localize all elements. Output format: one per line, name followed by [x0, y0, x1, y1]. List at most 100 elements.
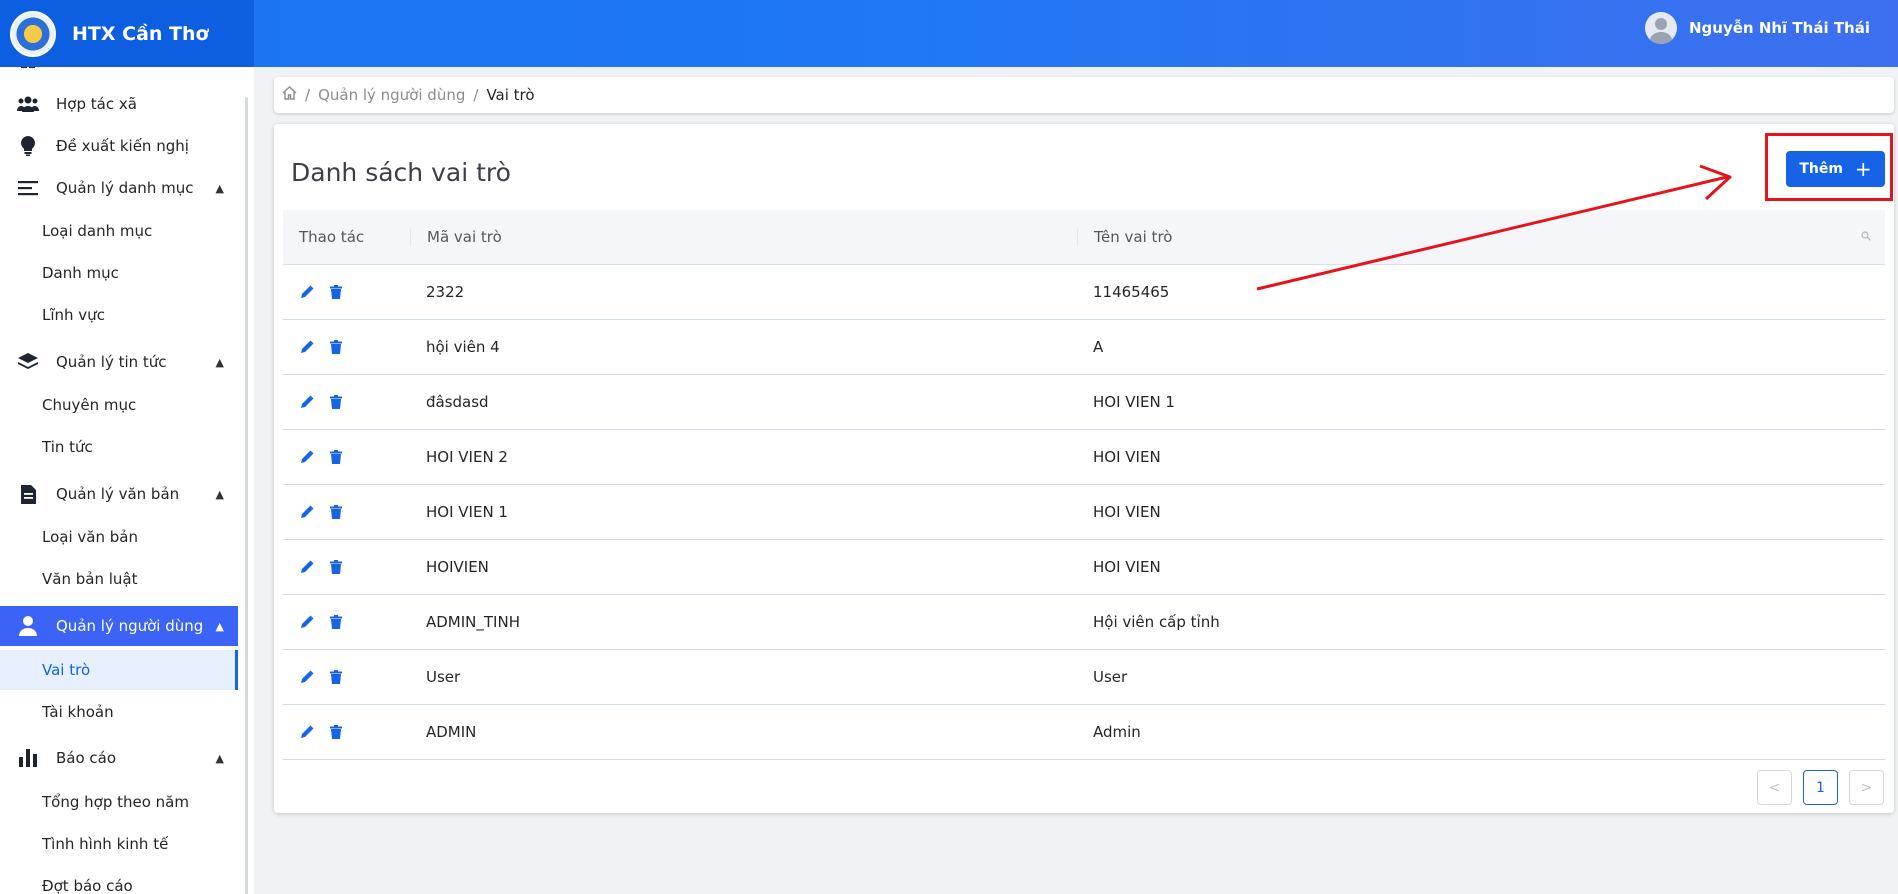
- breadcrumb-link[interactable]: Quản lý người dùng: [318, 86, 465, 104]
- roles-table: Thao tác Mã vai trò Tên vai trò 2322 1146…: [283, 210, 1885, 760]
- edit-icon[interactable]: [299, 394, 315, 410]
- users-icon: [17, 93, 39, 115]
- row-actions: [283, 394, 410, 410]
- row-actions: [283, 449, 410, 465]
- edit-icon[interactable]: [299, 669, 315, 685]
- sidebar-subitem-danh-muc[interactable]: Danh mục: [0, 253, 238, 293]
- edit-icon[interactable]: [299, 339, 315, 355]
- sidebar-subitem-loai-danh-muc[interactable]: Loại danh mục: [0, 211, 238, 251]
- role-code-cell: HOIVIEN: [426, 558, 489, 576]
- annotation-highlight-box: [1765, 133, 1893, 201]
- brand[interactable]: HTX Cần Thơ: [0, 0, 254, 67]
- logo: [10, 10, 56, 57]
- edit-icon[interactable]: [299, 559, 315, 575]
- column-header-actions: Thao tác: [299, 228, 365, 246]
- sidebar-subitem-tai-khoan[interactable]: Tài khoản: [0, 692, 238, 732]
- table-row: đâsdasd HOI VIEN 1: [283, 375, 1885, 430]
- role-name-cell: HOI VIEN: [1093, 558, 1161, 576]
- delete-icon[interactable]: [328, 669, 344, 685]
- role-name-cell: HOI VIEN: [1093, 448, 1161, 466]
- chevron-up-icon: ▲: [215, 751, 224, 765]
- top-header: HTX Cần Thơ Nguyễn Nhĩ Thái Thái: [0, 0, 1898, 67]
- table-row: User User: [283, 650, 1885, 705]
- delete-icon[interactable]: [328, 614, 344, 630]
- delete-icon[interactable]: [328, 449, 344, 465]
- sidebar-subitem-tong-hop-theo-nam[interactable]: Tổng hợp theo năm: [0, 782, 238, 822]
- sidebar-item-quan-ly-van-ban[interactable]: Quản lý văn bản ▲: [0, 474, 238, 514]
- delete-icon[interactable]: [328, 394, 344, 410]
- chevron-up-icon: ▲: [215, 181, 224, 195]
- table-row: ADMIN_TINH Hội viên cấp tỉnh: [283, 595, 1885, 650]
- sidebar-scrollbar[interactable]: [245, 97, 248, 894]
- search-icon[interactable]: [1861, 230, 1871, 244]
- role-name-cell: A: [1093, 338, 1104, 356]
- column-header-code[interactable]: Mã vai trò: [410, 228, 1077, 246]
- column-header-name[interactable]: Tên vai trò: [1077, 228, 1885, 246]
- edit-icon[interactable]: [299, 449, 315, 465]
- chevron-up-icon: ▲: [215, 619, 224, 633]
- table-body: 2322 11465465 hội viên 4 Ađâsdasd HOI VIEN 1…: [283, 265, 1885, 760]
- user-menu[interactable]: Nguyễn Nhĩ Thái Thái: [1645, 12, 1870, 44]
- row-actions: [283, 284, 410, 300]
- sidebar-item-bao-cao[interactable]: Báo cáo ▲: [0, 738, 238, 778]
- breadcrumb-separator: /: [473, 86, 479, 104]
- sidebar: Hợp tác xã Đề xuất kiến nghị Quản lý dan…: [0, 67, 254, 894]
- table-row: HOI VIEN 1 HOI VIEN: [283, 485, 1885, 540]
- sidebar-subitem-chuyen-muc[interactable]: Chuyên mục: [0, 385, 238, 425]
- chevron-up-icon: ▲: [215, 487, 224, 501]
- sidebar-subitem-linh-vuc[interactable]: Lĩnh vực: [0, 295, 238, 335]
- sidebar-item-quan-ly-danh-muc[interactable]: Quản lý danh mục ▲: [0, 168, 238, 208]
- role-code-cell: hội viên 4: [426, 338, 500, 356]
- sidebar-subitem-vai-tro[interactable]: Vai trò: [0, 650, 238, 690]
- user-name: Nguyễn Nhĩ Thái Thái: [1689, 19, 1870, 37]
- sidebar-item-quan-ly-nguoi-dung[interactable]: Quản lý người dùng ▲: [0, 606, 238, 646]
- breadcrumb: / Quản lý người dùng / Vai trò: [274, 77, 1894, 113]
- sidebar-subitem-dot-bao-cao[interactable]: Đợt báo cáo: [0, 866, 238, 894]
- sidebar-item-hop-tac-xa[interactable]: Hợp tác xã: [0, 84, 238, 124]
- delete-icon[interactable]: [328, 724, 344, 740]
- prev-page-button[interactable]: <: [1757, 770, 1792, 805]
- sidebar-item-quan-ly-tin-tuc[interactable]: Quản lý tin tức ▲: [0, 342, 238, 382]
- delete-icon[interactable]: [328, 559, 344, 575]
- role-name-cell: HOI VIEN: [1093, 503, 1161, 521]
- delete-icon[interactable]: [328, 339, 344, 355]
- edit-icon[interactable]: [299, 724, 315, 740]
- role-name-cell: Admin: [1093, 723, 1141, 741]
- sidebar-subitem-loai-van-ban[interactable]: Loại văn bản: [0, 517, 238, 557]
- table-header: Thao tác Mã vai trò Tên vai trò: [283, 210, 1885, 265]
- bar-chart-icon: [17, 747, 39, 769]
- sidebar-item-label: Quản lý văn bản: [56, 485, 180, 503]
- next-page-button[interactable]: >: [1849, 770, 1884, 805]
- sidebar-subitem-tin-tuc[interactable]: Tin tức: [0, 427, 238, 467]
- list-icon: [17, 177, 39, 199]
- table-row: HOIVIEN HOI VIEN: [283, 540, 1885, 595]
- sidebar-subitem-tinh-hinh-kinh-te[interactable]: Tình hình kinh tế: [0, 824, 238, 864]
- layers-icon: [17, 351, 39, 373]
- document-icon: [17, 483, 39, 505]
- sidebar-item-de-xuat-kien-nghi[interactable]: Đề xuất kiến nghị: [0, 126, 238, 166]
- edit-icon[interactable]: [299, 284, 315, 300]
- edit-icon[interactable]: [299, 504, 315, 520]
- pagination: < 1 >: [1757, 770, 1884, 805]
- row-actions: [283, 614, 410, 630]
- lightbulb-icon: [17, 135, 39, 157]
- role-code-cell: đâsdasd: [426, 393, 489, 411]
- chevron-up-icon: ▲: [215, 355, 224, 369]
- delete-icon[interactable]: [328, 284, 344, 300]
- brand-name: HTX Cần Thơ: [72, 22, 209, 45]
- sidebar-subitem-van-ban-luat[interactable]: Văn bản luật: [0, 559, 238, 599]
- sidebar-item-label: Hợp tác xã: [56, 95, 137, 113]
- role-name-cell: User: [1093, 668, 1128, 686]
- sidebar-item-label: Báo cáo: [56, 749, 117, 767]
- delete-icon[interactable]: [328, 504, 344, 520]
- sidebar-item-label: Đề xuất kiến nghị: [56, 137, 189, 155]
- page-1-button[interactable]: 1: [1803, 770, 1838, 805]
- role-code-cell: 2322: [426, 283, 465, 301]
- breadcrumb-current: Vai trò: [486, 86, 535, 104]
- edit-icon[interactable]: [299, 614, 315, 630]
- table-row: hội viên 4 A: [283, 320, 1885, 375]
- home-icon[interactable]: [282, 86, 297, 104]
- role-name-cell: 11465465: [1093, 283, 1170, 301]
- sidebar-item-label: Quản lý người dùng: [56, 617, 204, 635]
- roles-card: Danh sách vai trò Thêm + Thao tác Mã vai…: [274, 124, 1894, 813]
